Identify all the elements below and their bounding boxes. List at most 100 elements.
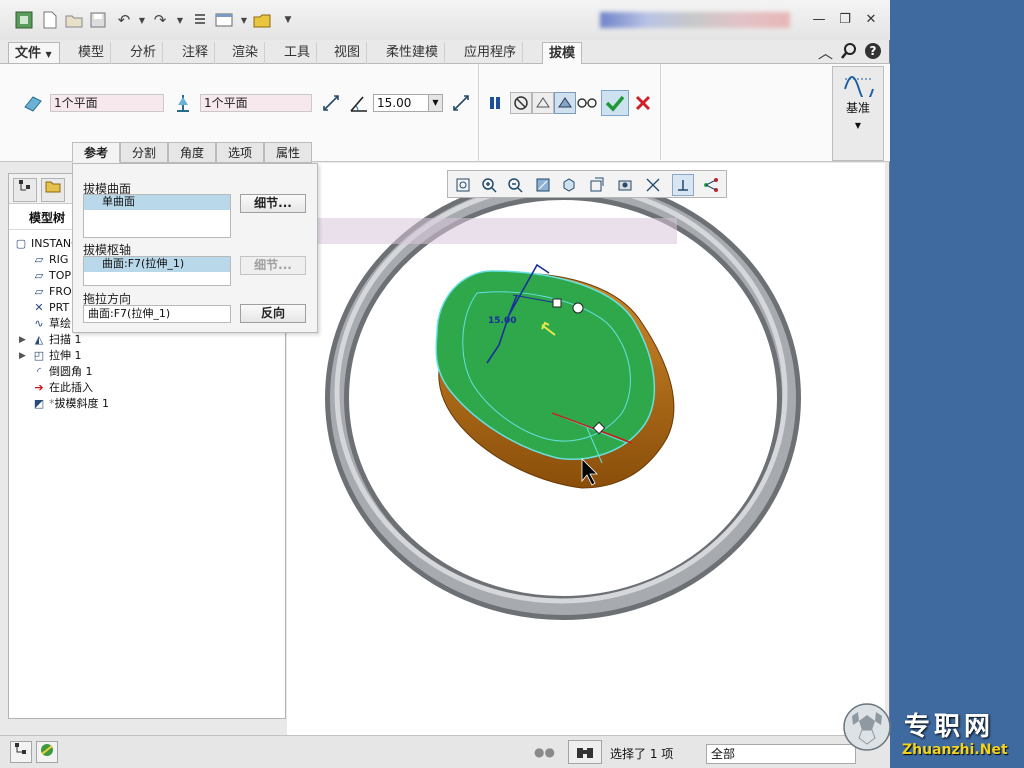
refit-icon[interactable]: [452, 174, 474, 196]
tree-item-sketch[interactable]: ∿ 草绘: [31, 316, 71, 332]
tree-item-sweep[interactable]: ◭ 扫描 1: [31, 332, 82, 348]
windows-dropdown-icon[interactable]: ▼: [234, 10, 254, 30]
save-icon[interactable]: [88, 10, 108, 30]
undo-icon[interactable]: ↶: [114, 10, 134, 30]
tab-options[interactable]: 选项: [216, 142, 264, 163]
watermark: 专职网 Zhuanzhi.Net: [842, 700, 1024, 768]
minimize-ribbon-icon[interactable]: ︿: [818, 42, 833, 62]
expand-arrow-icon[interactable]: ▶: [19, 335, 26, 345]
tab-references[interactable]: 参考: [72, 142, 120, 163]
csys-icon: ✕: [34, 301, 44, 314]
search-icon[interactable]: [840, 42, 858, 62]
watermark-cn-text: 专职网: [904, 712, 995, 742]
tab-draft[interactable]: 拔模: [542, 42, 583, 65]
view-manager-icon[interactable]: [614, 174, 636, 196]
new-file-icon[interactable]: [40, 10, 60, 30]
tree-item-right-plane[interactable]: ▱ RIG: [31, 252, 69, 268]
details-button-disabled[interactable]: 细节...: [240, 256, 306, 275]
pull-direction-field[interactable]: 1个平面: [200, 94, 312, 112]
graphics-viewport[interactable]: 15.00: [282, 163, 885, 735]
minimize-button[interactable]: —: [808, 10, 830, 30]
list-item[interactable]: 单曲面: [84, 195, 230, 210]
tree-item-round[interactable]: ◜ 倒圆角 1: [31, 364, 93, 380]
tab-splits[interactable]: 分割: [120, 142, 168, 163]
tab-view[interactable]: 视图: [328, 42, 368, 64]
zoom-in-icon[interactable]: [478, 174, 500, 196]
tab-properties[interactable]: 属性: [264, 142, 312, 163]
spin-center-icon[interactable]: [700, 174, 722, 196]
tab-render[interactable]: 渲染: [226, 42, 266, 64]
tab-angles[interactable]: 角度: [168, 142, 216, 163]
regenerate-icon[interactable]: [190, 10, 210, 30]
details-button[interactable]: 细节...: [240, 194, 306, 213]
tab-file[interactable]: 文件 ▼: [8, 42, 60, 64]
datum-display-icon[interactable]: [642, 174, 664, 196]
confirm-checkmark-icon[interactable]: [601, 90, 629, 116]
circle-handle-icon[interactable]: [572, 302, 584, 314]
zoom-out-icon[interactable]: [504, 174, 526, 196]
close-window-icon[interactable]: [252, 10, 272, 30]
draft-surfaces-list[interactable]: 单曲面: [83, 194, 231, 238]
display-style-icon[interactable]: [558, 174, 580, 196]
tree-item-insert-here[interactable]: ➔ 在此插入: [31, 380, 93, 396]
draft-hinge-field[interactable]: 1个平面: [50, 94, 164, 112]
square-handle-icon[interactable]: [552, 298, 562, 308]
maximize-button[interactable]: ❐: [834, 10, 856, 30]
open-folder-icon[interactable]: [64, 10, 84, 30]
model-tree-tab-icon[interactable]: [13, 178, 37, 202]
list-item[interactable]: 曲面:F7(拉伸_1): [84, 257, 230, 272]
redo-dropdown-icon[interactable]: ▼: [170, 10, 190, 30]
draft-angle-input[interactable]: 15.00 ▼: [373, 94, 443, 112]
tree-item-part[interactable]: ▢ INSTANC: [13, 236, 79, 252]
tab-tools[interactable]: 工具: [278, 42, 318, 64]
no-preview-icon[interactable]: [510, 92, 532, 114]
browser-toggle-icon[interactable]: [36, 741, 58, 763]
datum-plane-icon: ▱: [34, 285, 44, 298]
datum-plane-icon: ▱: [34, 269, 44, 282]
windows-icon[interactable]: [214, 10, 234, 30]
tab-model[interactable]: 模型: [72, 42, 112, 64]
references-panel: 拔模曲面 单曲面 细节... 拔模枢轴 曲面:F7(拉伸_1) 细节... 拖拉…: [72, 163, 318, 333]
flip-direction-icon[interactable]: [320, 92, 342, 114]
tree-item-front-plane[interactable]: ▱ FRO: [31, 284, 72, 300]
pull-direction-collector[interactable]: 曲面:F7(拉伸_1): [83, 305, 231, 323]
tab-applications[interactable]: 应用程序: [458, 42, 524, 64]
undo-dropdown-icon[interactable]: ▼: [132, 10, 152, 30]
preview-geometry-icon[interactable]: [554, 92, 576, 114]
tab-flexible-modeling[interactable]: 柔性建模: [380, 42, 446, 64]
saved-views-icon[interactable]: [586, 174, 608, 196]
tab-analysis[interactable]: 分析: [124, 42, 164, 64]
flip-angle-icon[interactable]: [450, 92, 472, 114]
datum-group[interactable]: 基准 ▼: [832, 66, 884, 161]
cancel-x-icon[interactable]: [632, 92, 654, 114]
sweep-icon: ◭: [34, 333, 44, 346]
expand-arrow-icon[interactable]: ▶: [19, 351, 26, 361]
pause-icon[interactable]: [484, 92, 506, 114]
blurred-annotation: [282, 218, 677, 244]
flip-button[interactable]: 反向: [240, 304, 306, 323]
angle-dimension-label[interactable]: 15.00: [488, 316, 516, 326]
preview-wireframe-icon[interactable]: [532, 92, 554, 114]
chevron-down-icon: ▼: [45, 50, 52, 59]
close-button[interactable]: ✕: [860, 10, 882, 30]
folder-browser-tab-icon[interactable]: [41, 178, 65, 202]
tree-item-extrude[interactable]: ◰ 拉伸 1: [31, 348, 82, 364]
repaint-icon[interactable]: [532, 174, 554, 196]
draft-hinges-list[interactable]: 曲面:F7(拉伸_1): [83, 256, 231, 286]
model-3d-view[interactable]: 15.00: [282, 163, 885, 735]
insert-here-icon: ➔: [34, 381, 44, 394]
selection-filter-select[interactable]: 全部: [706, 744, 856, 764]
chevron-down-icon[interactable]: ▼: [428, 95, 442, 111]
customize-qa-dropdown-icon[interactable]: ▼: [278, 10, 298, 30]
title-bar: ↶ ▼ ↷ ▼ ▼ ▼ — ❐ ✕: [0, 0, 890, 40]
redo-icon[interactable]: ↷: [150, 10, 170, 30]
tab-annotate[interactable]: 注释: [176, 42, 216, 64]
find-binoculars-icon[interactable]: [568, 740, 602, 764]
verify-mode-icon[interactable]: [576, 92, 598, 114]
help-icon[interactable]: ?: [864, 42, 882, 62]
tree-item-draft[interactable]: ◩ *拔模斜度 1: [31, 396, 109, 412]
annotation-display-icon[interactable]: [672, 174, 694, 196]
navigator-toggle-icon[interactable]: [10, 741, 32, 763]
tree-item-csys[interactable]: ✕ PRT: [31, 300, 69, 316]
tree-item-top-plane[interactable]: ▱ TOP: [31, 268, 71, 284]
